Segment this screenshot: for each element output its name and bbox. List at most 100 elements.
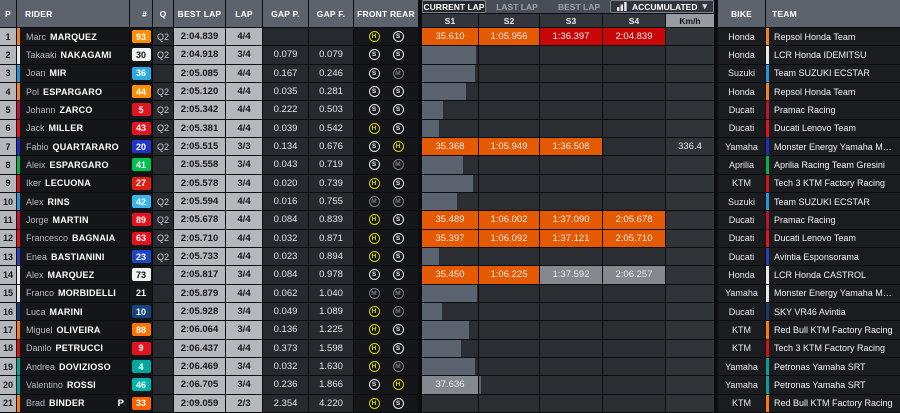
lap-count-cell: 2/3: [226, 394, 262, 412]
separator: [715, 321, 717, 339]
speed-cell: [666, 229, 714, 247]
position-cell: 12: [0, 229, 16, 247]
tab-last-lap[interactable]: LAST LAP: [486, 0, 548, 13]
table-row[interactable]: 15 Franco MORBIDELLI 21 2:05.879 4/4 0.0…: [0, 284, 900, 302]
table-row[interactable]: 10 Alex RINS 42 Q2 2:05.594 4/4 0.016 0.…: [0, 192, 900, 211]
tab-best-lap[interactable]: BEST LAP: [548, 0, 610, 13]
sector4-cell: [603, 284, 665, 302]
sector3-cell: 1:37.121: [540, 229, 602, 247]
table-row[interactable]: 2 Takaaki NAKAGAMI 30 Q2 2:04.918 3/4 0.…: [0, 46, 900, 64]
rider-first-name: Aleix: [26, 159, 46, 170]
separator: [715, 302, 717, 321]
table-row[interactable]: 17 Miguel OLIVEIRA 88 2:06.064 3/4 0.136…: [0, 321, 900, 339]
table-row[interactable]: 21 Brad BINDER P 33 2:09.059 2/3 2.354 4…: [0, 394, 900, 412]
table-row[interactable]: 5 Johann ZARCO 5 Q2 2:05.342 4/4 0.222 0…: [0, 101, 900, 119]
rider-cell: Joan MIR: [17, 64, 129, 82]
rider-number-badge: 89: [131, 213, 151, 227]
tab-current-lap[interactable]: CURRENT LAP: [422, 0, 486, 13]
tyres-cell: M M: [354, 192, 418, 211]
table-row[interactable]: 14 Alex MARQUEZ 73 2:05.817 3/4 0.084 0.…: [0, 266, 900, 284]
rider-number-cell: 44: [130, 82, 152, 101]
front-tyre-icon: H: [368, 177, 380, 189]
best-lap-cell: 2:04.918: [174, 46, 225, 64]
rider-cell: Brad BINDER P: [17, 394, 129, 412]
rider-last-name: MIR: [49, 68, 67, 79]
best-lap-cell: 2:05.120: [174, 82, 225, 101]
team-name: Pramac Racing: [774, 214, 836, 225]
front-tyre-icon: H: [368, 342, 380, 354]
position-cell: 5: [0, 101, 16, 119]
rider-number-cell: 33: [130, 394, 152, 412]
lap-count-cell: 3/3: [226, 137, 262, 156]
gap-prev-cell: 0.032: [263, 357, 308, 376]
best-lap-cell: 2:05.817: [174, 266, 225, 284]
lap-view-tabbar: CURRENT LAP LAST LAP BEST LAP ACCUMULATE…: [422, 0, 715, 13]
table-row[interactable]: 18 Danilo PETRUCCI 9 2:06.437 4/4 0.373 …: [0, 339, 900, 357]
rear-tyre-icon: H: [392, 141, 404, 153]
gap-first-cell: 1.598: [309, 339, 353, 357]
chevron-down-icon: ▾: [702, 1, 708, 11]
header-speed: Km/h: [666, 14, 714, 27]
table-row[interactable]: 16 Luca MARINI 10 2:05.928 3/4 0.049 1.0…: [0, 302, 900, 321]
table-row[interactable]: 3 Joan MIR 36 2:05.085 4/4 0.167 0.246 S…: [0, 64, 900, 82]
sector4-cell: [603, 247, 665, 266]
team-color-stripe: [17, 28, 20, 46]
rider-first-name: Danilo: [26, 343, 52, 354]
front-tyre-icon: S: [368, 86, 380, 98]
table-row[interactable]: 12 Francesco BAGNAIA 63 Q2 2:05.710 4/4 …: [0, 229, 900, 247]
header-front-rear: FRONT REAR: [354, 0, 418, 27]
team-name: Avintia Esponsorama: [774, 251, 859, 262]
speed-cell: [666, 247, 714, 266]
rider-number-cell: 89: [130, 211, 152, 229]
rider-number-cell: 10: [130, 302, 152, 321]
table-row[interactable]: 8 Aleix ESPARGARO 41 2:05.558 3/4 0.043 …: [0, 156, 900, 174]
best-lap-cell: 2:06.705: [174, 376, 225, 394]
rider-first-name: Marc: [26, 31, 46, 42]
bike-cell: Yamaha: [718, 284, 765, 302]
sector3-cell: [540, 119, 602, 137]
team-name: Monster Energy Yamaha Moto...: [774, 141, 896, 152]
table-row[interactable]: 1 Marc MARQUEZ 93 Q2 2:04.839 4/4 H S 35…: [0, 28, 900, 46]
team-color-stripe: [17, 339, 20, 357]
bike-cell: Suzuki: [718, 64, 765, 82]
gap-first-cell: 0.281: [309, 82, 353, 101]
table-row[interactable]: 13 Enea BASTIANINI 23 Q2 2:05.733 4/4 0.…: [0, 247, 900, 266]
separator: [715, 101, 717, 119]
team-cell: Team SUZUKI ECSTAR: [766, 192, 900, 211]
rider-number-cell: 43: [130, 119, 152, 137]
table-row[interactable]: 20 Valentino ROSSI 46 2:06.705 3/4 0.236…: [0, 376, 900, 394]
team-name: Tech 3 KTM Factory Racing: [774, 178, 886, 189]
lap-count-cell: 4/4: [226, 339, 262, 357]
tyres-cell: H S: [354, 394, 418, 412]
sector4-cell: [603, 46, 665, 64]
bike-cell: Ducati: [718, 101, 765, 119]
table-row[interactable]: 9 Iker LECUONA 27 2:05.578 3/4 0.020 0.7…: [0, 174, 900, 192]
front-tyre-icon: H: [368, 214, 380, 226]
lap-count-cell: 4/4: [226, 119, 262, 137]
separator: [715, 64, 717, 82]
rider-last-name: BINDER: [49, 398, 85, 409]
sector-progress-bar: [422, 64, 476, 82]
rider-first-name: Andrea: [26, 361, 56, 372]
team-name: Team SUZUKI ECSTAR: [774, 196, 870, 207]
rider-cell: Alex MARQUEZ: [17, 266, 129, 284]
sector2-cell: 1:06.092: [479, 229, 539, 247]
table-header: P RIDER # Q BEST LAP LAP GAP P. GAP F. F…: [0, 0, 900, 27]
rider-last-name: MARQUEZ: [47, 269, 95, 280]
q-session-cell: [153, 174, 173, 192]
table-row[interactable]: 11 Jorge MARTIN 89 Q2 2:05.678 4/4 0.084…: [0, 211, 900, 229]
table-row[interactable]: 6 Jack MILLER 43 Q2 2:05.381 4/4 0.039 0…: [0, 119, 900, 137]
accumulated-dropdown[interactable]: ACCUMULATED ▾: [610, 0, 715, 13]
sector3-time: 1:37.090: [552, 214, 590, 226]
table-row[interactable]: 19 Andrea DOVIZIOSO 4 2:06.469 3/4 0.032…: [0, 357, 900, 376]
position-cell: 4: [0, 82, 16, 101]
sector3-cell: [540, 82, 602, 101]
separator: [419, 0, 421, 27]
table-row[interactable]: 7 Fabio QUARTARARO 20 Q2 2:05.515 3/3 0.…: [0, 137, 900, 156]
rider-cell: Valentino ROSSI: [17, 376, 129, 394]
speed-cell: [666, 339, 714, 357]
position-cell: 20: [0, 376, 16, 394]
best-lap-cell: 2:05.678: [174, 211, 225, 229]
team-name: Repsol Honda Team: [774, 86, 856, 97]
table-row[interactable]: 4 Pol ESPARGARO 44 Q2 2:05.120 4/4 0.035…: [0, 82, 900, 101]
